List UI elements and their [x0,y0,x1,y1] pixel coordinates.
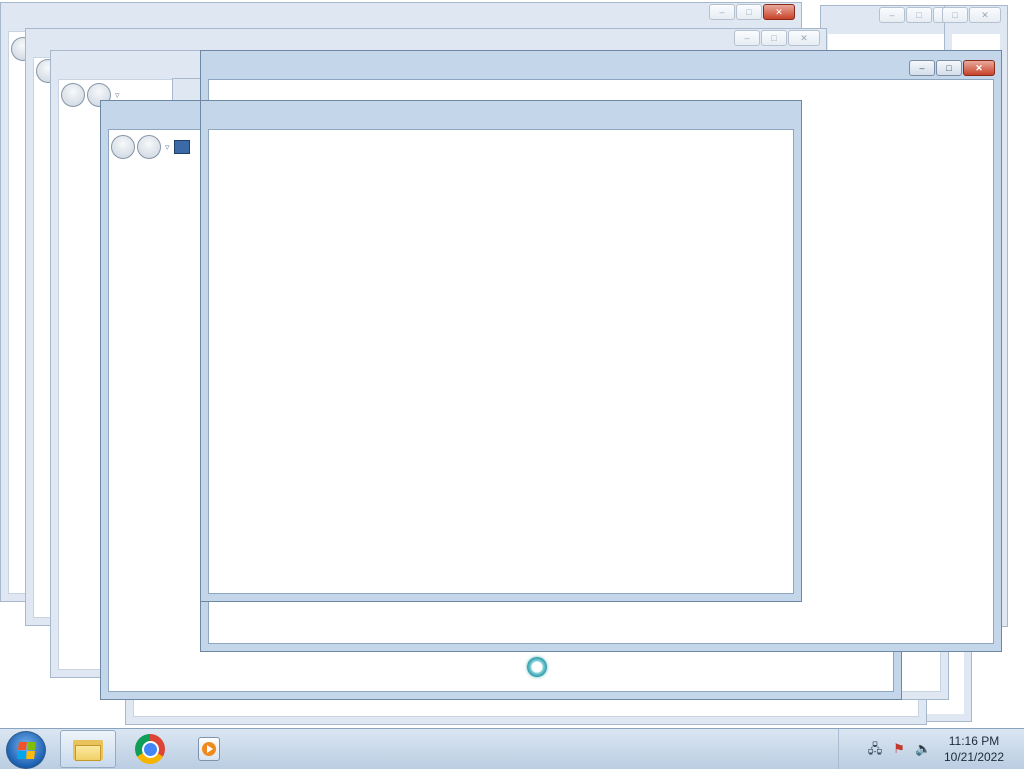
windows-media-player-icon [198,737,220,761]
close-button[interactable]: ✕ [969,7,1001,23]
caption-buttons: – □ ✕ [734,30,820,48]
clock[interactable]: 11:16 PM 10/21/2022 [934,733,1014,765]
close-button[interactable]: ✕ [963,60,995,76]
caption-buttons: – □ ✕ [909,60,995,78]
network-icon[interactable]: 🖧 [867,741,883,757]
taskbar: 🖧 ⚑ 🔈 11:16 PM 10/21/2022 [0,728,1024,769]
windows-logo-icon [16,741,36,759]
caption-buttons: □ ✕ [942,7,1001,25]
forward-button[interactable] [137,135,161,159]
clock-time: 11:16 PM [948,734,1000,748]
taskbar-media-player[interactable] [184,730,234,768]
restore-button[interactable]: □ [761,30,787,46]
taskbar-chrome[interactable] [122,730,178,768]
start-button[interactable] [6,731,46,769]
folder-icon [173,140,190,154]
caption-buttons: – □ ✕ [709,4,795,22]
window-front [200,100,802,602]
minimize-button[interactable]: – [879,7,905,23]
busy-cursor-icon [527,657,547,677]
back-button[interactable] [61,83,85,107]
nav-buttons: ▿ [111,135,190,159]
recent-pages-dropdown[interactable]: ▿ [165,142,170,153]
close-button[interactable]: ✕ [788,30,820,46]
chrome-icon [135,734,165,764]
taskbar-file-explorer[interactable] [60,730,116,768]
recent-pages-dropdown[interactable]: ▿ [115,90,120,101]
restore-button[interactable]: □ [936,60,962,76]
restore-button[interactable]: □ [942,7,968,23]
file-explorer-icon [73,737,103,761]
restore-button[interactable]: □ [736,4,762,20]
volume-icon[interactable]: 🔈 [915,741,931,757]
action-center-flag-icon[interactable]: ⚑ [891,741,907,757]
back-button[interactable] [111,135,135,159]
restore-button[interactable]: □ [906,7,932,23]
minimize-button[interactable]: – [734,30,760,46]
minimize-button[interactable]: – [909,60,935,76]
close-button[interactable]: ✕ [763,4,795,20]
clock-date: 10/21/2022 [943,750,1005,764]
minimize-button[interactable]: – [709,4,735,20]
